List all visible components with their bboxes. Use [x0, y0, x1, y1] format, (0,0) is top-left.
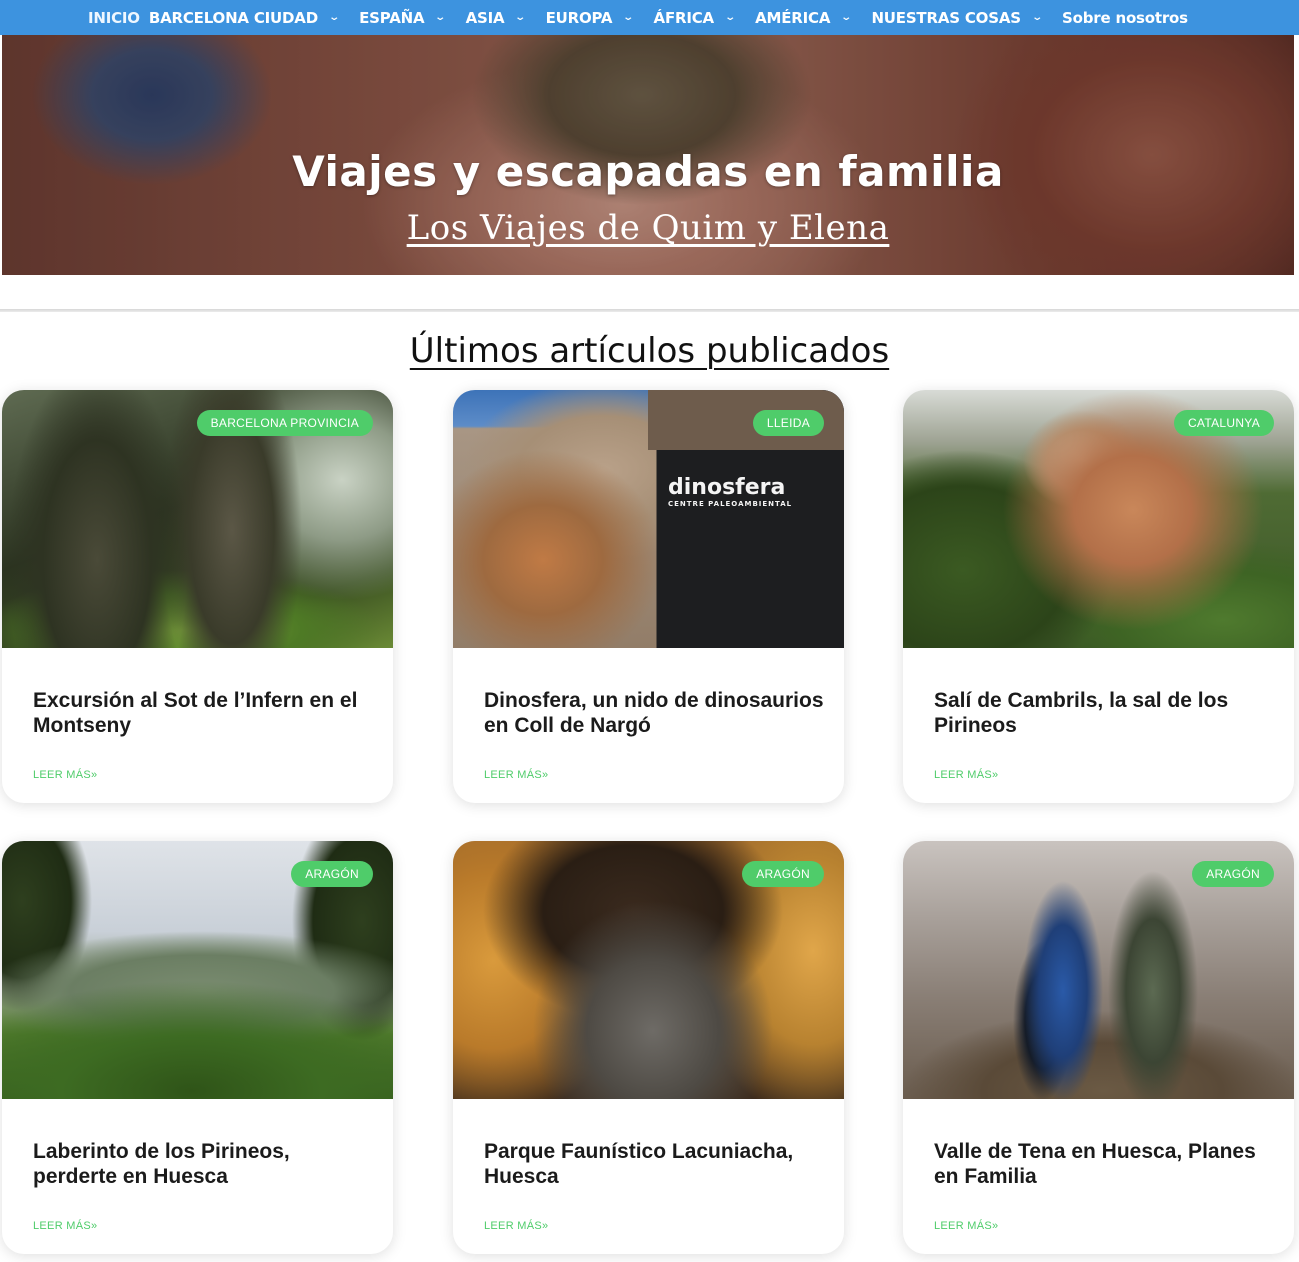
chevron-down-icon[interactable]: ⌄	[328, 12, 340, 23]
site-name-link[interactable]: Los Viajes de Quim y Elena	[407, 208, 890, 248]
section-divider	[0, 309, 1299, 312]
chevron-down-icon[interactable]: ⌄	[1031, 12, 1043, 23]
hero-banner: Viajes y escapadas en familia Los Viajes…	[2, 35, 1294, 275]
category-badge[interactable]: ARAGÓN	[1192, 861, 1274, 887]
article-title[interactable]: Laberinto de los Pirineos, perderte en H…	[33, 1139, 373, 1189]
nav-label: ASIA	[465, 8, 505, 27]
chevron-down-icon[interactable]: ⌄	[841, 12, 853, 23]
nav-item-barcelona-ciudad[interactable]: BARCELONA CIUDAD ⌄	[149, 9, 350, 27]
category-badge[interactable]: BARCELONA PROVINCIA	[196, 410, 373, 436]
hero-title: Viajes y escapadas en familia	[292, 147, 1004, 196]
nav-item-asia[interactable]: ASIA ⌄	[466, 9, 537, 27]
nav-label: BARCELONA CIUDAD	[148, 8, 318, 27]
article-card[interactable]: CATALUNYA Salí de Cambrils, la sal de lo…	[903, 390, 1294, 803]
museum-sign-subtext: CENTRE PALEOAMBIENTAL	[668, 500, 793, 508]
main-nav: INICIO BARCELONA CIUDAD ⌄ ESPAÑA ⌄ ASIA …	[0, 0, 1299, 35]
article-title[interactable]: Dinosfera, un nido de dinosaurios en Col…	[484, 688, 824, 738]
read-more-link[interactable]: LEER MÁS»	[484, 769, 548, 781]
read-more-link[interactable]: LEER MÁS»	[934, 1220, 998, 1232]
article-title[interactable]: Excursión al Sot de l’Infern en el Monts…	[33, 688, 373, 738]
read-more-link[interactable]: LEER MÁS»	[484, 1220, 548, 1232]
article-title[interactable]: Parque Faunístico Lacuniacha, Huesca	[484, 1139, 824, 1189]
section-title: Últimos artículos publicados	[0, 331, 1299, 371]
read-more-link[interactable]: LEER MÁS»	[33, 1220, 97, 1232]
article-title[interactable]: Valle de Tena en Huesca, Planes en Famil…	[934, 1139, 1274, 1189]
nav-label: NUESTRAS COSAS	[871, 8, 1021, 27]
chevron-down-icon[interactable]: ⌄	[435, 12, 447, 23]
chevron-down-icon[interactable]: ⌄	[623, 12, 635, 23]
chevron-down-icon[interactable]: ⌄	[724, 12, 736, 23]
article-card[interactable]: ARAGÓN Laberinto de los Pirineos, perder…	[2, 841, 393, 1254]
category-badge[interactable]: ARAGÓN	[742, 861, 824, 887]
chevron-down-icon[interactable]: ⌄	[515, 12, 527, 23]
nav-item-espana[interactable]: ESPAÑA ⌄	[359, 9, 456, 27]
nav-label: ÁFRICA	[653, 8, 715, 27]
nav-label: EUROPA	[545, 8, 613, 27]
nav-label: Sobre nosotros	[1062, 8, 1188, 27]
museum-sign-text: dinosfera	[668, 475, 786, 500]
nav-label: AMÉRICA	[755, 8, 831, 27]
article-title[interactable]: Salí de Cambrils, la sal de los Pirineos	[934, 688, 1274, 738]
nav-item-america[interactable]: AMÉRICA ⌄	[755, 9, 862, 27]
nav-label: ESPAÑA	[359, 8, 425, 27]
read-more-link[interactable]: LEER MÁS»	[33, 769, 97, 781]
category-badge[interactable]: LLEIDA	[752, 410, 824, 436]
article-card[interactable]: ARAGÓN Parque Faunístico Lacuniacha, Hue…	[453, 841, 844, 1254]
read-more-link[interactable]: LEER MÁS»	[934, 769, 998, 781]
article-card[interactable]: BARCELONA PROVINCIA Excursión al Sot de …	[2, 390, 393, 803]
category-badge[interactable]: ARAGÓN	[291, 861, 373, 887]
nav-item-inicio[interactable]: INICIO	[88, 9, 140, 27]
museum-sign: dinosfera CENTRE PALEOAMBIENTAL	[668, 475, 792, 508]
nav-label: INICIO	[88, 8, 140, 27]
nav-item-sobre-nosotros[interactable]: Sobre nosotros	[1062, 9, 1188, 27]
category-badge[interactable]: CATALUNYA	[1173, 410, 1274, 436]
section-title-text: Últimos artículos publicados	[409, 331, 890, 371]
article-card[interactable]: dinosfera CENTRE PALEOAMBIENTAL LLEIDA D…	[453, 390, 844, 803]
nav-item-europa[interactable]: EUROPA ⌄	[546, 9, 645, 27]
nav-item-africa[interactable]: ÁFRICA ⌄	[654, 9, 747, 27]
hero-subtitle: Los Viajes de Quim y Elena	[2, 208, 1294, 248]
article-card[interactable]: ARAGÓN Valle de Tena en Huesca, Planes e…	[903, 841, 1294, 1254]
nav-item-nuestras-cosas[interactable]: NUESTRAS COSAS ⌄	[871, 9, 1053, 27]
